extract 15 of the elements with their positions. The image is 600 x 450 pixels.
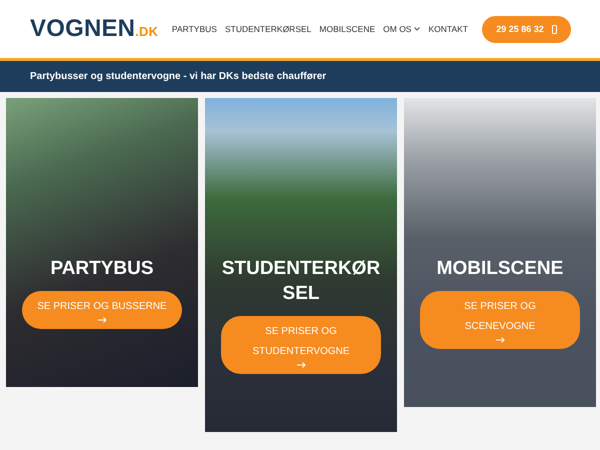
vognen-logo[interactable]: VOGNEN.DK [30,15,158,43]
mobile-phone-icon [552,24,557,34]
nav-link[interactable]: OM OS [383,24,420,34]
card-title: PARTYBUS [49,257,155,281]
banner-text: Partybusser og studentervogne - vi har DKs bedste chauffører [30,71,326,82]
card-title: MOBILSCENE [436,257,564,281]
nav-link[interactable]: PARTYBUS [172,24,217,34]
chevron-down-icon [414,27,420,31]
arrow-right-icon [496,337,504,343]
nav-link[interactable]: KONTAKT [428,24,468,34]
nav-link[interactable]: STUDENTERKØRSEL [224,24,312,34]
nav-link[interactable]: MOBILSCENE [319,24,376,34]
arrow-right-icon [296,362,306,368]
arrow-right-icon [98,317,106,323]
card-title: STUDENTERKØRSEL [220,257,382,306]
